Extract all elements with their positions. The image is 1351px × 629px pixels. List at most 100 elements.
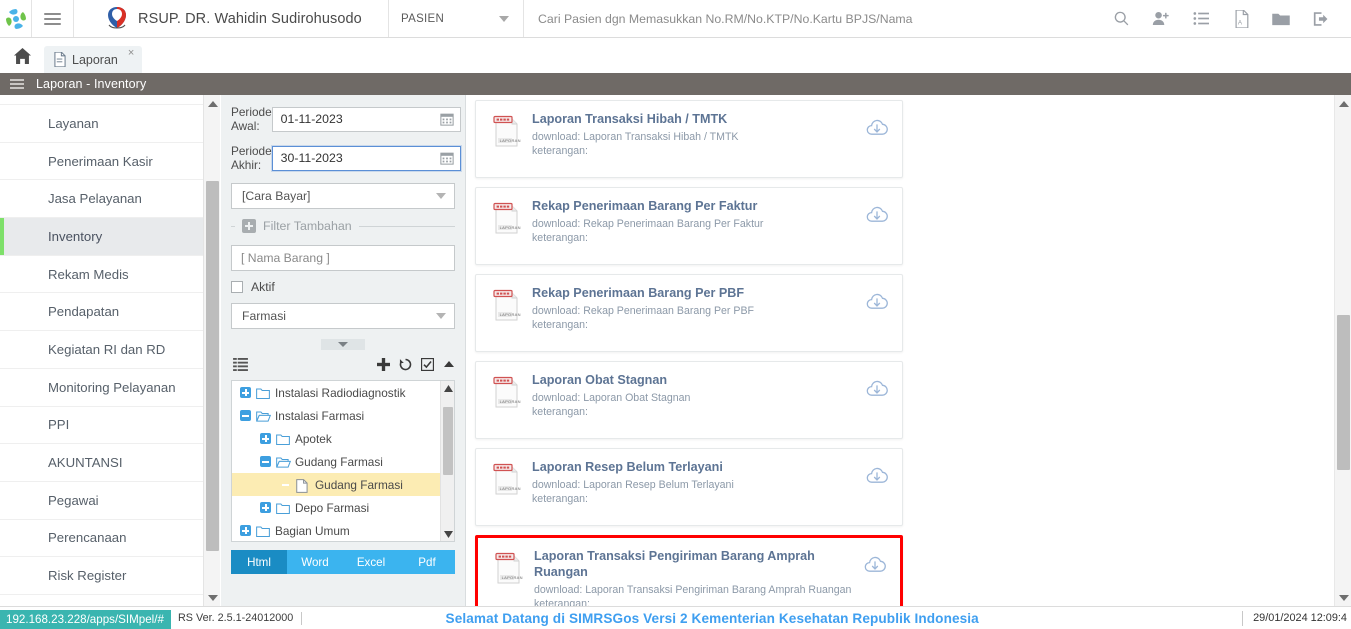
cloud-download-icon[interactable] xyxy=(864,291,890,318)
export-button-html[interactable]: Html xyxy=(231,550,287,574)
report-card[interactable]: LAPORAN Laporan Obat Stagnan download: Lap… xyxy=(475,361,903,439)
tree-expand-icon[interactable] xyxy=(240,525,251,536)
refresh-icon[interactable] xyxy=(399,358,412,371)
patient-search-input[interactable] xyxy=(538,11,1101,26)
cara-bayar-select[interactable]: [Cara Bayar] xyxy=(231,183,455,209)
sidebar-item-label: Inventory xyxy=(48,228,103,244)
pdf-file-icon[interactable]: A xyxy=(1221,0,1261,38)
report-card[interactable]: LAPORAN Laporan Resep Belum Terlayani down… xyxy=(475,448,903,526)
sidebar-item-akuntansi[interactable]: AKUNTANSI xyxy=(0,444,203,482)
tree-expand-icon[interactable] xyxy=(260,433,271,444)
sidebar-item-ppi[interactable]: PPI xyxy=(0,407,203,445)
periode-akhir-input[interactable] xyxy=(280,151,440,165)
unit-select[interactable]: Farmasi xyxy=(231,303,455,329)
tree-expand-icon[interactable] xyxy=(260,502,271,513)
scroll-down-arrow-icon[interactable] xyxy=(1335,589,1351,606)
tree-node[interactable]: Instalasi Farmasi xyxy=(232,404,454,427)
sidebar-item-layanan[interactable]: Layanan xyxy=(0,105,203,143)
report-card[interactable]: LAPORAN Laporan Transaksi Pengiriman Bara… xyxy=(475,535,903,606)
tree-scroll-down-icon[interactable] xyxy=(441,527,454,541)
reports-scroll-thumb[interactable] xyxy=(1337,315,1350,470)
cloud-download-icon[interactable] xyxy=(862,554,888,581)
sidebar-item-pegawai[interactable]: Pegawai xyxy=(0,482,203,520)
tree-collapse-icon[interactable] xyxy=(240,410,251,421)
report-document-icon: LAPORAN xyxy=(490,288,522,327)
tree-node[interactable]: Apotek xyxy=(232,427,454,450)
sidebar-scroll-thumb[interactable] xyxy=(206,181,219,551)
search-icon[interactable] xyxy=(1101,0,1141,38)
tree-node-label: Apotek xyxy=(295,431,332,446)
sidebar-item-rekam-medis[interactable]: Rekam Medis xyxy=(0,256,203,294)
expand-filter-icon[interactable] xyxy=(242,219,256,233)
nama-barang-input[interactable]: [ Nama Barang ] xyxy=(231,245,455,271)
sidebar-item-inventory[interactable]: Inventory xyxy=(0,218,203,256)
report-card[interactable]: LAPORAN Laporan Transaksi Hibah / TMTK dow… xyxy=(475,100,903,178)
chevron-up-icon[interactable] xyxy=(443,360,455,369)
check-square-icon[interactable] xyxy=(421,357,434,371)
tree-node[interactable]: Depo Farmasi xyxy=(232,496,454,519)
logout-icon[interactable] xyxy=(1301,0,1341,38)
periode-awal-field[interactable] xyxy=(271,106,461,132)
sidebar-item-pendapatan[interactable]: Pendapatan xyxy=(0,293,203,332)
sidebar-item-perencanaan[interactable]: Perencanaan xyxy=(0,520,203,558)
report-title: Laporan Transaksi Hibah / TMTK xyxy=(532,112,728,126)
aktif-checkbox-row[interactable]: Aktif xyxy=(231,280,455,294)
sidebar-item-partial-top[interactable] xyxy=(0,95,203,105)
tree-node[interactable]: Bagian Umum xyxy=(232,519,454,541)
plus-icon[interactable] xyxy=(377,357,390,371)
home-tab-button[interactable] xyxy=(0,38,44,73)
sidebar-item-label: Kegiatan RI dan RD xyxy=(48,341,166,357)
sidebar-scrollbar[interactable] xyxy=(203,95,220,606)
tab-laporan[interactable]: Laporan × xyxy=(44,46,143,73)
report-card[interactable]: LAPORAN Rekap Penerimaan Barang Per PBF do… xyxy=(475,274,903,352)
tree-expand-icon[interactable] xyxy=(240,387,251,398)
report-card[interactable]: LAPORAN Rekap Penerimaan Barang Per Faktu… xyxy=(475,187,903,265)
sidebar-toggle-button[interactable] xyxy=(32,0,74,37)
export-button-pdf[interactable]: Pdf xyxy=(399,550,455,574)
tree-node[interactable]: Gudang Farmasi xyxy=(232,450,454,473)
close-icon[interactable]: × xyxy=(128,47,134,59)
export-button-word[interactable]: Word xyxy=(287,550,343,574)
tree-scrollbar[interactable] xyxy=(440,381,454,541)
sidebar-item-penerimaan-kasir[interactable]: Penerimaan Kasir xyxy=(0,143,203,181)
list-view-icon[interactable] xyxy=(233,357,248,371)
cloud-download-icon[interactable] xyxy=(864,378,890,405)
add-user-icon[interactable] xyxy=(1141,0,1181,38)
list-icon[interactable] xyxy=(1181,0,1221,38)
folder-icon[interactable] xyxy=(1261,0,1301,38)
filter-collapse-handle[interactable] xyxy=(321,339,365,350)
reports-scrollbar[interactable] xyxy=(1334,95,1351,606)
cloud-download-icon[interactable] xyxy=(864,465,890,492)
aktif-checkbox[interactable] xyxy=(231,281,243,293)
tree-node[interactable]: Instalasi Radiodiagnostik xyxy=(232,381,454,404)
app-logo xyxy=(0,0,32,37)
sidebar-item-risk-register[interactable]: Risk Register xyxy=(0,557,203,595)
tree-collapse-icon[interactable] xyxy=(260,456,271,467)
patient-mode-selector[interactable]: PASIEN xyxy=(389,0,524,37)
scroll-up-arrow-icon[interactable] xyxy=(204,95,221,112)
report-title: Laporan Resep Belum Terlayani xyxy=(532,460,723,474)
unit-tree: Instalasi Radiodiagnostik Instalasi Farma… xyxy=(231,380,455,542)
folder-closed-icon xyxy=(276,502,290,514)
list-menu-icon[interactable] xyxy=(10,77,24,92)
tree-scroll-thumb[interactable] xyxy=(443,407,453,475)
tree-node[interactable]: Gudang Farmasi xyxy=(232,473,454,496)
report-card-body: Rekap Penerimaan Barang Per PBF download:… xyxy=(532,285,864,332)
scroll-up-arrow-icon[interactable] xyxy=(1335,95,1351,112)
periode-akhir-field[interactable] xyxy=(271,145,461,171)
hospital-brand-icon xyxy=(108,6,126,29)
export-button-excel[interactable]: Excel xyxy=(343,550,399,574)
periode-awal-input[interactable] xyxy=(280,112,440,126)
sidebar-item-label: Jasa Pelayanan xyxy=(48,191,142,207)
calendar-icon[interactable] xyxy=(440,112,454,126)
sidebar-item-kegiatan-ri-dan-rd[interactable]: Kegiatan RI dan RD xyxy=(0,331,203,369)
cloud-download-icon[interactable] xyxy=(864,117,890,144)
sidebar-item-jasa-pelayanan[interactable]: Jasa Pelayanan xyxy=(0,180,203,219)
calendar-icon[interactable] xyxy=(440,151,454,165)
folder-open-icon xyxy=(256,410,272,422)
tree-scroll-up-icon[interactable] xyxy=(441,381,454,395)
sidebar-item-monitoring-pelayanan[interactable]: Monitoring Pelayanan xyxy=(0,369,203,407)
scroll-down-arrow-icon[interactable] xyxy=(204,589,221,606)
cloud-download-icon[interactable] xyxy=(864,204,890,231)
footer-bar: RS Ver. 2.5.1-24012000 Selamat Datang di… xyxy=(0,606,1351,629)
